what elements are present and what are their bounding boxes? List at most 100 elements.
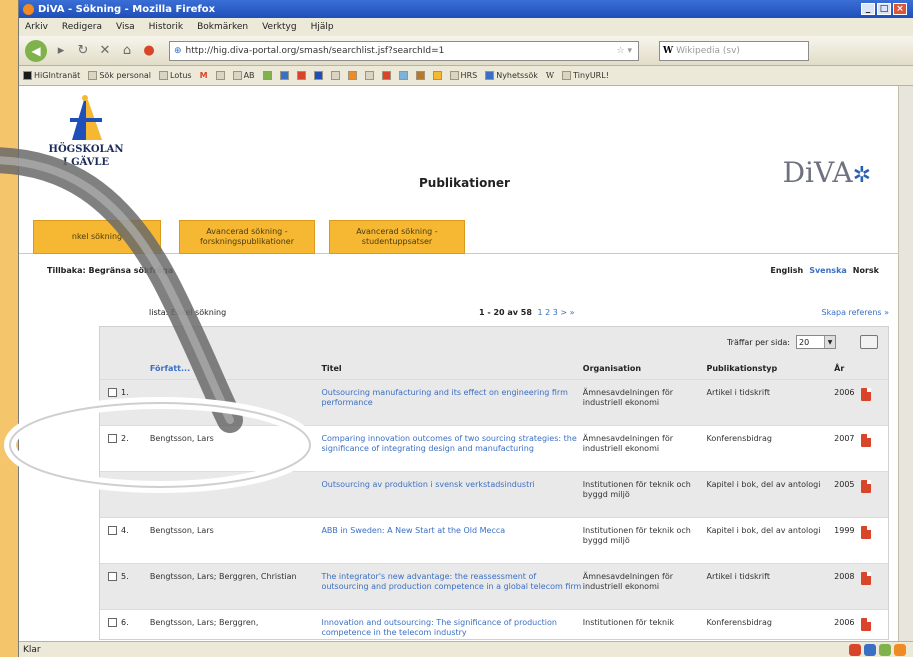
row-checkbox[interactable] bbox=[108, 526, 117, 535]
bookmarks-toolbar: HiGIntranät Sök personal Lotus M AB HRS … bbox=[19, 66, 913, 86]
bookmark-gmail[interactable]: M bbox=[200, 71, 208, 80]
row-type: Konferensbidrag bbox=[706, 618, 772, 627]
hits-per-page-select[interactable]: 20 ▼ bbox=[796, 335, 836, 349]
bookmark-icon-11[interactable] bbox=[432, 71, 442, 80]
reload-icon[interactable]: ↻ bbox=[75, 43, 91, 59]
menu-visa[interactable]: Visa bbox=[116, 22, 135, 32]
pdf-icon[interactable] bbox=[860, 388, 871, 401]
bookmark-icon-9[interactable] bbox=[398, 71, 408, 80]
bookmark-lotus[interactable]: Lotus bbox=[159, 71, 192, 80]
stop-icon[interactable]: ✕ bbox=[97, 43, 113, 59]
search-placeholder: Wikipedia (sv) bbox=[676, 45, 740, 56]
bookmark-icon-3[interactable] bbox=[296, 71, 306, 80]
create-reference-link[interactable]: Skapa referens » bbox=[822, 308, 889, 317]
navigation-toolbar: ◀ ▸ ↻ ✕ ⌂ ● ⊕ http://hig.diva-portal.org… bbox=[19, 36, 913, 66]
row-type: Kapitel i bok, del av antologi bbox=[706, 480, 821, 489]
bookmark-icon-2[interactable] bbox=[279, 71, 289, 80]
bookmark-hrs[interactable]: HRS bbox=[449, 71, 477, 80]
page-header: HÖGSKOLAN I GÄVLE Publikationer DiVA✲ bbox=[19, 86, 899, 191]
bookmark-higintranat[interactable]: HiGIntranät bbox=[23, 71, 80, 80]
col-author[interactable]: Författ... bbox=[150, 364, 322, 373]
site-icon: ⊕ bbox=[174, 45, 182, 56]
row-title-link[interactable]: ABB in Sweden: A New Start at the Old Me… bbox=[321, 526, 582, 536]
bookmark-wikipedia[interactable]: W bbox=[546, 71, 554, 80]
forward-button[interactable]: ▸ bbox=[53, 43, 69, 59]
url-bar[interactable]: ⊕ http://hig.diva-portal.org/smash/searc… bbox=[169, 40, 639, 61]
row-year: 2005 bbox=[834, 480, 855, 489]
pdf-icon[interactable] bbox=[860, 480, 871, 493]
row-checkbox[interactable] bbox=[108, 434, 117, 443]
bookmark-nyhetssok[interactable]: Nyhetssök bbox=[485, 71, 538, 80]
adblock-icon[interactable]: ● bbox=[141, 43, 157, 59]
row-title-link[interactable]: The integrator's new advantage: the reas… bbox=[321, 572, 582, 592]
pager: 1 - 20 av 58 1 2 3 > » bbox=[479, 308, 575, 317]
row-title-link[interactable]: Comparing innovation outcomes of two sou… bbox=[321, 434, 582, 454]
row-title-link[interactable]: Innovation and outsourcing: The signific… bbox=[321, 618, 582, 638]
pdf-icon[interactable] bbox=[860, 526, 871, 539]
table-row: 3. Bengtsson, Lars Outsourcing av produk… bbox=[100, 471, 888, 517]
table-tools: Träffar per sida: 20 ▼ bbox=[100, 327, 888, 357]
table-row: 4. Bengtsson, Lars ABB in Sweden: A New … bbox=[100, 517, 888, 563]
hig-logo: HÖGSKOLAN I GÄVLE bbox=[41, 94, 131, 168]
row-title-link[interactable]: Outsourcing manufacturing and its effect… bbox=[321, 388, 582, 408]
home-icon[interactable]: ⌂ bbox=[119, 43, 135, 59]
tab-avancerad-forskning[interactable]: Avancerad sökning - forskningspublikatio… bbox=[179, 220, 315, 254]
bookmark-icon-4[interactable] bbox=[313, 71, 323, 80]
tab-enkel-sokning[interactable]: nkel sökning bbox=[33, 220, 161, 254]
menu-arkiv[interactable]: Arkiv bbox=[25, 22, 48, 32]
row-type: Artikel i tidskrift bbox=[706, 572, 770, 581]
logo-line-2: I GÄVLE bbox=[62, 157, 110, 168]
lang-english[interactable]: English bbox=[770, 266, 803, 275]
row-checkbox[interactable] bbox=[108, 388, 117, 397]
addon-status-icon[interactable] bbox=[864, 643, 876, 656]
bookmark-ab[interactable]: AB bbox=[232, 71, 255, 80]
row-author: Bengtsson, Lars bbox=[149, 480, 214, 489]
menu-redigera[interactable]: Redigera bbox=[62, 22, 102, 32]
row-checkbox[interactable] bbox=[108, 572, 117, 581]
pdf-icon[interactable] bbox=[860, 434, 871, 447]
tab-avancerad-student[interactable]: Avancerad sökning - studentuppsatser bbox=[329, 220, 465, 254]
pdf-icon[interactable] bbox=[860, 572, 871, 585]
print-icon[interactable] bbox=[860, 335, 878, 349]
close-button[interactable]: × bbox=[893, 3, 907, 15]
bookmark-sok-personal[interactable]: Sök personal bbox=[88, 71, 151, 80]
menu-bokmarken[interactable]: Bokmärken bbox=[197, 22, 248, 32]
hits-per-page-label: Träffar per sida: bbox=[726, 337, 790, 347]
vertical-scrollbar[interactable] bbox=[898, 86, 913, 641]
bookmark-icon-1[interactable] bbox=[262, 71, 272, 80]
row-title-link[interactable]: Outsourcing av produktion i svensk verks… bbox=[321, 480, 582, 490]
bookmark-icon-7[interactable] bbox=[364, 71, 374, 80]
row-year: 2007 bbox=[834, 434, 855, 443]
bookmark-icon-8[interactable] bbox=[381, 71, 391, 80]
lang-norsk[interactable]: Norsk bbox=[853, 266, 879, 275]
logo-line-1: HÖGSKOLAN bbox=[48, 144, 124, 155]
page-title: Publikationer bbox=[419, 176, 510, 190]
row-checkbox[interactable] bbox=[108, 618, 117, 627]
bookmark-icon-10[interactable] bbox=[415, 71, 425, 80]
bookmark-tinyurl[interactable]: TinyURL! bbox=[562, 71, 609, 80]
firebug-status-icon[interactable] bbox=[894, 643, 906, 656]
minimize-button[interactable]: _ bbox=[861, 3, 875, 15]
col-org: Organisation bbox=[582, 363, 642, 373]
adblock-status-icon[interactable] bbox=[849, 643, 861, 656]
back-link[interactable]: Tillbaka: Begränsa sökfråga bbox=[47, 266, 173, 275]
row-checkbox[interactable] bbox=[108, 480, 117, 489]
maximize-button[interactable]: □ bbox=[877, 3, 891, 15]
menu-verktyg[interactable]: Verktyg bbox=[262, 22, 296, 32]
wikipedia-icon[interactable]: W bbox=[663, 46, 673, 56]
bookmark-icon-6[interactable] bbox=[347, 71, 357, 80]
download-status-icon[interactable] bbox=[879, 643, 891, 656]
pdf-icon[interactable] bbox=[860, 618, 871, 631]
row-author: Bengtsson, Lars; Berggren, bbox=[149, 618, 259, 627]
menu-historik[interactable]: Historik bbox=[149, 22, 183, 32]
menu-hjalp[interactable]: Hjälp bbox=[311, 22, 334, 32]
bookmark-icon-5[interactable] bbox=[330, 71, 340, 80]
back-button[interactable]: ◀ bbox=[25, 39, 47, 62]
bookmark-star-icon[interactable]: ☆ ▾ bbox=[617, 46, 638, 56]
bookmark-calendar[interactable] bbox=[215, 71, 225, 80]
col-type: Publikationstyp bbox=[706, 363, 778, 373]
pager-links[interactable]: 1 2 3 > » bbox=[537, 308, 574, 317]
search-box[interactable]: W Wikipedia (sv) bbox=[659, 40, 809, 61]
title-bar: DiVA - Sökning - Mozilla Firefox _ □ × bbox=[19, 0, 913, 18]
lang-svenska[interactable]: Svenska bbox=[809, 266, 847, 275]
